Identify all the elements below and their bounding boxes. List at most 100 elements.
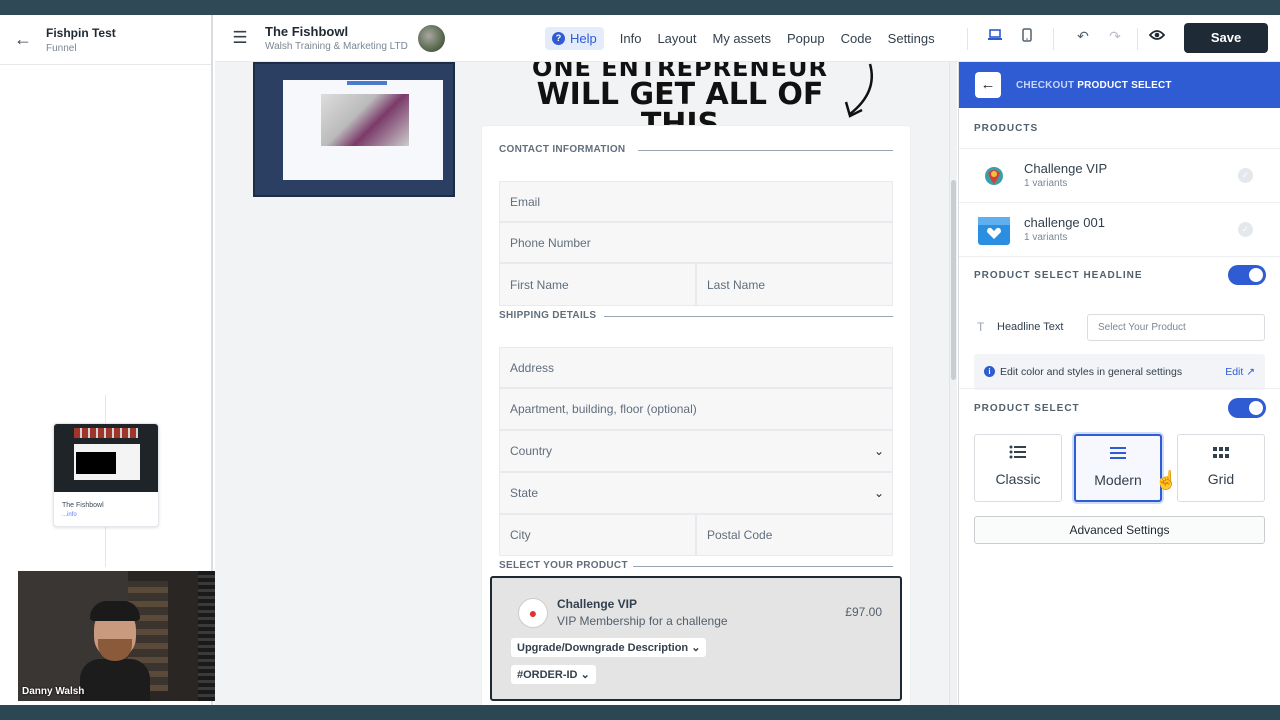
headline-toggle[interactable] — [1228, 265, 1266, 285]
order-id-pill[interactable]: #ORDER-ID ⌄ — [511, 665, 596, 684]
product-price: £97.00 — [845, 605, 882, 619]
page-card-stat: ...info — [62, 512, 77, 518]
video-frame-bottom — [0, 705, 1280, 720]
desktop-icon[interactable] — [985, 28, 1005, 44]
product-name: challenge 001 — [1024, 215, 1105, 230]
avatar[interactable] — [417, 24, 445, 52]
divider — [959, 388, 1280, 389]
connector-line — [105, 527, 106, 567]
funnel-page-card[interactable]: The Fishbowl ...info — [53, 423, 159, 527]
breadcrumb-parent[interactable]: CHECKOUT — [1016, 80, 1074, 91]
product-logo-icon: ● — [518, 598, 548, 628]
style-option-grid[interactable]: Grid — [1177, 434, 1265, 502]
divider — [604, 316, 893, 317]
arrow-doodle-icon — [844, 63, 873, 118]
check-circle-icon[interactable]: ✓ — [1238, 168, 1253, 183]
undo-icon[interactable]: ↶ — [1073, 28, 1093, 45]
funnel-type: Funnel — [46, 42, 77, 54]
top-toolbar: ☰ The Fishbowl Walsh Training & Marketin… — [215, 15, 1280, 62]
text-type-icon: T — [977, 320, 985, 334]
state-select[interactable]: State ⌄ — [499, 472, 893, 514]
address-field[interactable]: Address — [499, 347, 893, 388]
chevron-down-icon: ⌄ — [873, 486, 884, 500]
info-banner: i Edit color and styles in general setti… — [974, 354, 1265, 390]
menu-item-info[interactable]: Info — [620, 31, 642, 46]
style-option-classic[interactable]: Classic — [974, 434, 1062, 502]
menu-item-code[interactable]: Code — [841, 31, 872, 46]
site-title: The Fishbowl — [265, 24, 349, 39]
help-icon: ? — [552, 32, 565, 45]
divider — [638, 150, 893, 151]
page-thumbnail — [54, 424, 158, 492]
product-logo-icon — [977, 159, 1011, 193]
connector-line — [105, 395, 106, 423]
mobile-icon[interactable] — [1017, 28, 1037, 45]
city-field[interactable]: City — [499, 514, 696, 556]
order-pill-label: #ORDER-ID — [517, 669, 578, 681]
product-select-section-title: PRODUCT SELECT — [974, 403, 1080, 414]
phone-field[interactable]: Phone Number — [499, 222, 893, 263]
redo-icon[interactable]: ↷ — [1105, 28, 1125, 45]
divider — [633, 566, 893, 567]
product-box-icon — [977, 213, 1011, 247]
first-name-field[interactable]: First Name — [499, 263, 696, 306]
state-label: State — [510, 486, 539, 500]
country-select[interactable]: Country ⌄ — [499, 430, 893, 472]
top-menu: ? Help Info Layout My assets Popup Code … — [545, 27, 935, 50]
style-label: Grid — [1207, 471, 1235, 487]
check-circle-icon[interactable]: ✓ — [1238, 222, 1253, 237]
presenter-name: Danny Walsh — [22, 686, 85, 697]
funnel-header: ← Fishpin Test Funnel — [0, 15, 211, 65]
chevron-down-icon: ⌄ — [873, 444, 884, 458]
upgrade-description-pill[interactable]: Upgrade/Downgrade Description ⌄ — [511, 638, 707, 657]
scrollbar-thumb[interactable] — [951, 180, 956, 380]
info-icon: i — [984, 366, 995, 377]
menu-item-my-assets[interactable]: My assets — [712, 31, 771, 46]
apartment-field[interactable]: Apartment, building, floor (optional) — [499, 388, 893, 430]
canvas-scrollbar[interactable] — [949, 62, 957, 705]
advanced-settings-button[interactable]: Advanced Settings — [974, 516, 1265, 544]
video-frame-top — [0, 0, 1280, 15]
presenter — [80, 597, 150, 701]
site-subtitle: Walsh Training & Marketing LTD — [265, 41, 408, 52]
headline-text-input[interactable]: Select Your Product — [1087, 314, 1265, 341]
upgrade-pill-label: Upgrade/Downgrade Description — [517, 642, 689, 654]
email-field[interactable]: Email — [499, 181, 893, 222]
menu-item-settings[interactable]: Settings — [888, 31, 935, 46]
edit-link[interactable]: Edit ↗ — [1225, 366, 1255, 378]
breadcrumb-current: PRODUCT SELECT — [1077, 79, 1172, 91]
hand-cursor-icon: ☝ — [1155, 470, 1178, 490]
menu-item-layout[interactable]: Layout — [657, 31, 696, 46]
menu-item-popup[interactable]: Popup — [787, 31, 825, 46]
panel-header: ← CHECKOUT PRODUCT SELECT — [959, 62, 1280, 108]
contact-section-label: CONTACT INFORMATION — [499, 144, 626, 155]
video-thumbnail[interactable] — [253, 62, 455, 197]
product-section-label: SELECT YOUR PRODUCT — [499, 560, 628, 571]
style-label: Modern — [1094, 472, 1142, 488]
headline-section-title: PRODUCT SELECT HEADLINE — [974, 270, 1143, 281]
hamburger-icon[interactable]: ☰ — [215, 28, 265, 48]
product-name: Challenge VIP — [557, 597, 638, 611]
product-select-toggle[interactable] — [1228, 398, 1266, 418]
settings-panel: ← CHECKOUT PRODUCT SELECT PRODUCTS Chall… — [958, 62, 1280, 705]
product-variants: 1 variants — [1024, 232, 1068, 243]
product-option-selected[interactable]: ● Challenge VIP VIP Membership for a cha… — [490, 576, 902, 701]
breadcrumb: CHECKOUT PRODUCT SELECT — [1016, 80, 1172, 91]
arrow-left-icon[interactable]: ← — [0, 29, 46, 50]
postal-code-field[interactable]: Postal Code — [696, 514, 893, 556]
menu-lines-icon — [1076, 446, 1160, 466]
save-button[interactable]: Save — [1184, 23, 1268, 53]
product-name: Challenge VIP — [1024, 161, 1108, 176]
product-list-item[interactable]: challenge 001 1 variants ✓ — [959, 202, 1280, 256]
help-button[interactable]: ? Help — [545, 27, 604, 50]
last-name-field[interactable]: Last Name — [696, 263, 893, 306]
style-option-modern[interactable]: Modern — [1074, 434, 1162, 502]
headline-text-label: Headline Text — [997, 321, 1064, 333]
preview-eye-icon[interactable] — [1147, 28, 1167, 44]
product-list-item[interactable]: Challenge VIP 1 variants ✓ — [959, 148, 1280, 202]
country-label: Country — [510, 444, 553, 458]
product-variants: 1 variants — [1024, 178, 1068, 189]
info-text: Edit color and styles in general setting… — [1000, 366, 1183, 378]
arrow-left-icon[interactable]: ← — [975, 72, 1001, 98]
divider — [1053, 28, 1054, 50]
